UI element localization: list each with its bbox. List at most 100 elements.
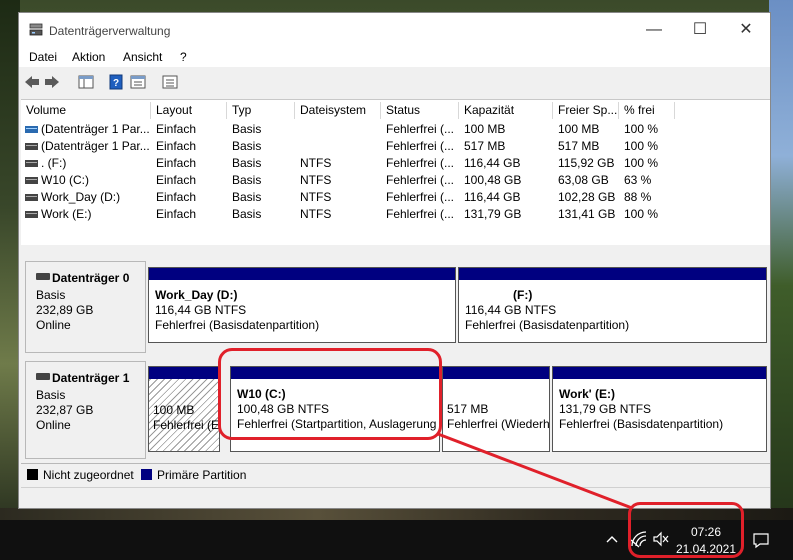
cell-layout: Einfach	[156, 207, 197, 221]
partition-status: Fehlerfrei (Basisdatenpartition)	[155, 318, 320, 332]
cell-percent-free: 88 %	[624, 190, 652, 204]
partition-size: 116,44 GB NTFS	[465, 303, 557, 317]
cell-layout: Einfach	[156, 156, 197, 170]
partition-work-day-d[interactable]: Work_Day (D:) 116,44 GB NTFS Fehlerfrei …	[148, 267, 456, 343]
properties-view-icon[interactable]	[129, 73, 147, 91]
cell-volume: Work_Day (D:)	[41, 190, 121, 204]
table-row[interactable]: Work_Day (D:) Einfach Basis NTFS Fehlerf…	[21, 189, 770, 206]
cell-filesystem: NTFS	[300, 173, 332, 187]
table-row[interactable]: (Datenträger 1 Par... Einfach Basis Fehl…	[21, 121, 770, 138]
menu-bar: Datei Aktion Ansicht ?	[19, 47, 770, 67]
column-volume[interactable]: Volume	[21, 102, 151, 119]
cell-layout: Einfach	[156, 139, 197, 153]
disk-0-label[interactable]: Datenträger 0 Basis 232,89 GB Online	[25, 261, 146, 353]
cell-percent-free: 100 %	[624, 156, 659, 170]
maximize-button[interactable]: ☐	[677, 13, 723, 47]
cell-capacity: 116,44 GB	[464, 156, 521, 170]
back-arrow-icon[interactable]	[23, 73, 41, 91]
cell-filesystem: NTFS	[300, 156, 332, 170]
cell-filesystem: NTFS	[300, 190, 332, 204]
column-type[interactable]: Typ	[227, 102, 295, 119]
disk-state: Online	[36, 418, 71, 432]
partition-size: 116,44 GB NTFS	[155, 303, 247, 317]
cell-capacity: 100 MB	[464, 122, 506, 136]
legend-swatch-primary	[141, 469, 152, 480]
cell-capacity: 517 MB	[464, 139, 506, 153]
cell-status: Fehlerfrei (...	[386, 207, 455, 221]
disk-management-icon	[29, 23, 43, 36]
cell-status: Fehlerfrei (...	[386, 139, 455, 153]
menu-datei[interactable]: Datei	[29, 50, 57, 64]
legend: Nicht zugeordnet Primäre Partition	[21, 463, 770, 486]
cell-status: Fehlerfrei (...	[386, 173, 455, 187]
cell-percent-free: 63 %	[624, 173, 652, 187]
column-percent-free[interactable]: % frei	[619, 102, 675, 119]
cell-filesystem: NTFS	[300, 207, 332, 221]
partition-size: 517 MB	[447, 402, 489, 416]
volume-icon	[25, 211, 38, 218]
cell-percent-free: 100 %	[624, 122, 659, 136]
partition-status: Fehlerfrei (EF	[153, 418, 220, 432]
disk-title: Datenträger 0	[52, 271, 130, 285]
title-bar[interactable]: Datenträgerverwaltung — ☐ ✕	[19, 13, 770, 47]
cell-free-space: 63,08 GB	[558, 173, 609, 187]
partition-status: Fehlerfrei (Basisdatenpartition)	[559, 417, 724, 431]
disk-icon	[36, 273, 50, 280]
disk-icon	[36, 373, 50, 380]
menu-ansicht[interactable]: Ansicht	[123, 50, 162, 64]
menu-help[interactable]: ?	[180, 50, 187, 64]
cell-free-space: 115,92 GB	[558, 156, 615, 170]
chevron-up-icon[interactable]	[606, 534, 618, 544]
column-filesystem[interactable]: Dateisystem	[295, 102, 381, 119]
cell-type: Basis	[232, 122, 262, 136]
close-button[interactable]: ✕	[723, 13, 769, 47]
cell-type: Basis	[232, 190, 262, 204]
legend-unallocated: Nicht zugeordnet	[43, 468, 134, 482]
window-title: Datenträgerverwaltung	[49, 24, 171, 38]
partition-recovery[interactable]: 517 MB Fehlerfrei (Wiederh	[442, 366, 550, 452]
column-capacity[interactable]: Kapazität	[459, 102, 553, 119]
partition-name: Work' (E:)	[559, 387, 615, 401]
partition-size: 100 MB	[153, 403, 195, 417]
volume-icon	[25, 194, 38, 201]
disk-size: 232,89 GB	[36, 303, 94, 317]
cell-type: Basis	[232, 156, 262, 170]
disk-type: Basis	[36, 288, 66, 302]
legend-swatch-unallocated	[27, 469, 38, 480]
notification-icon[interactable]	[752, 531, 770, 549]
table-row[interactable]: Work (E:) Einfach Basis NTFS Fehlerfrei …	[21, 206, 770, 223]
cell-free-space: 517 MB	[558, 139, 600, 153]
table-row[interactable]: . (F:) Einfach Basis NTFS Fehlerfrei (..…	[21, 155, 770, 172]
volume-list: Volume Layout Typ Dateisystem Status Kap…	[21, 99, 770, 247]
forward-arrow-icon[interactable]	[43, 73, 61, 91]
column-free-space[interactable]: Freier Sp...	[553, 102, 619, 119]
cell-percent-free: 100 %	[624, 139, 659, 153]
partition-size: 131,79 GB NTFS	[559, 402, 652, 416]
cell-volume: . (F:)	[41, 156, 67, 170]
cell-capacity: 131,79 GB	[464, 207, 522, 221]
disk-1-label[interactable]: Datenträger 1 Basis 232,87 GB Online	[25, 361, 146, 459]
table-row[interactable]: (Datenträger 1 Par... Einfach Basis Fehl…	[21, 138, 770, 155]
partition-name: Work_Day (D:)	[155, 288, 238, 302]
volume-icon	[25, 126, 38, 133]
cell-type: Basis	[232, 173, 262, 187]
partition-bar	[443, 367, 549, 379]
column-status[interactable]: Status	[381, 102, 459, 119]
help-icon[interactable]: ?	[107, 73, 125, 91]
disk-title: Datenträger 1	[52, 371, 130, 385]
annotation-highlight-clock	[628, 502, 744, 558]
cell-type: Basis	[232, 207, 262, 221]
table-row[interactable]: W10 (C:) Einfach Basis NTFS Fehlerfrei (…	[21, 172, 770, 189]
console-tree-icon[interactable]	[77, 73, 95, 91]
cell-capacity: 100,48 GB	[464, 173, 522, 187]
partition-efi[interactable]: 100 MB Fehlerfrei (EF	[148, 366, 220, 452]
partition-bar	[553, 367, 766, 379]
partition-work-e[interactable]: Work' (E:) 131,79 GB NTFS Fehlerfrei (Ba…	[552, 366, 767, 452]
minimize-button[interactable]: —	[631, 13, 677, 47]
cell-capacity: 116,44 GB	[464, 190, 521, 204]
column-layout[interactable]: Layout	[151, 102, 227, 119]
toolbar: ?	[19, 69, 770, 95]
menu-aktion[interactable]: Aktion	[72, 50, 105, 64]
list-view-icon[interactable]	[161, 73, 179, 91]
partition-f[interactable]: (F:) 116,44 GB NTFS Fehlerfrei (Basisdat…	[458, 267, 767, 343]
